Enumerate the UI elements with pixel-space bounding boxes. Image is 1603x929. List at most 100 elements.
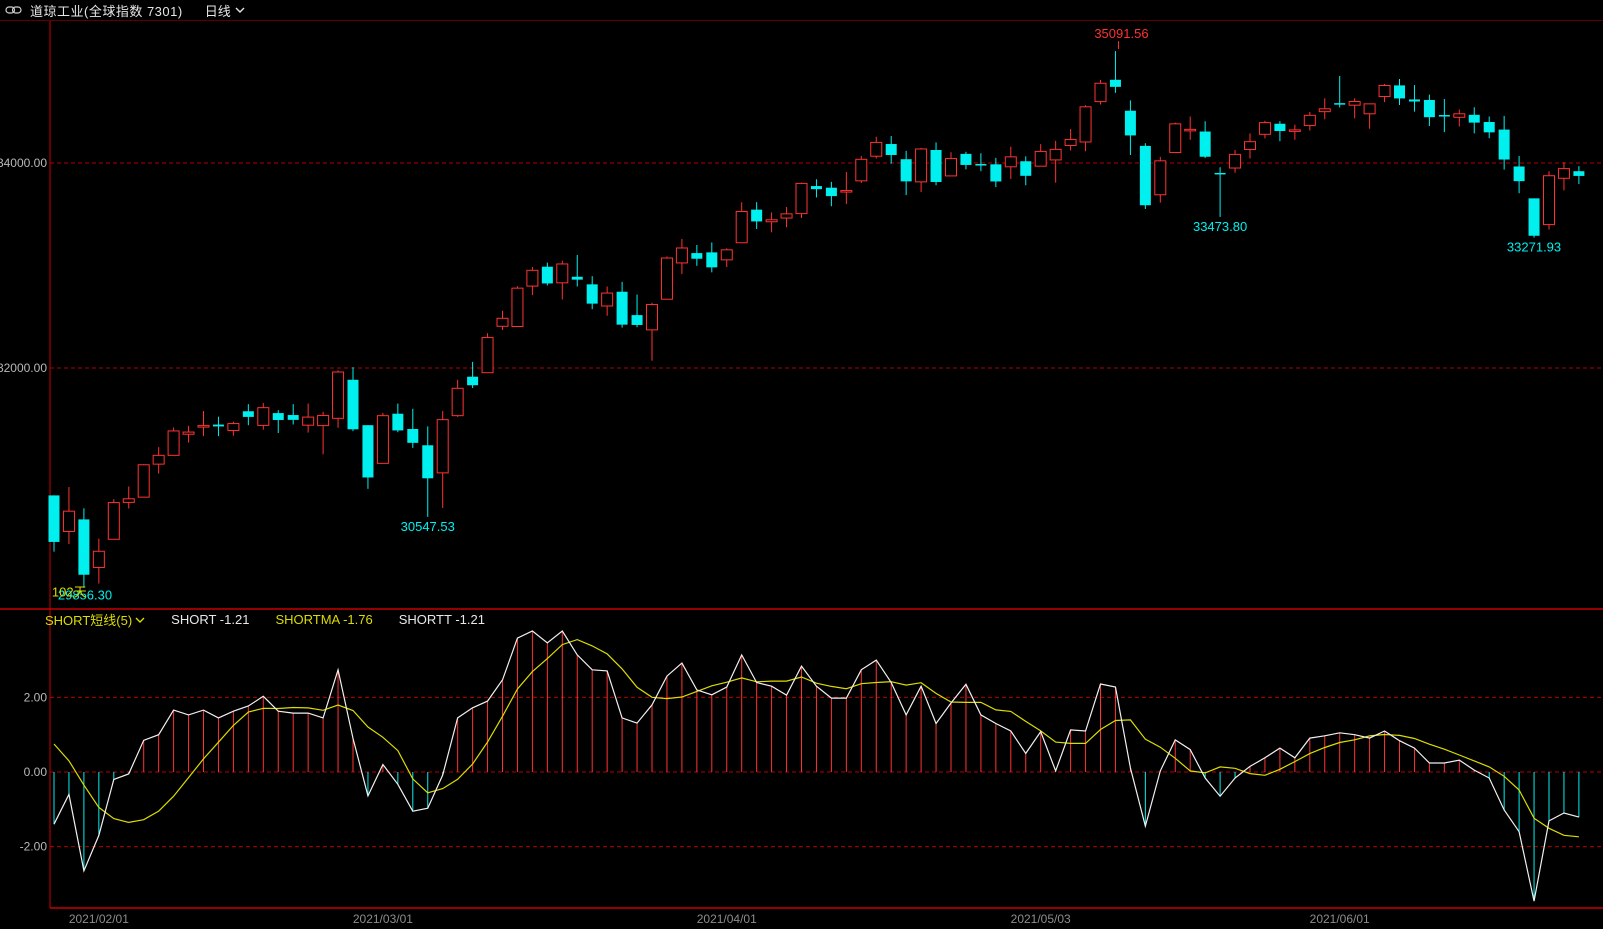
date-tick-label: 2021/05/03 [1011, 912, 1071, 926]
candle-body-down [422, 445, 433, 478]
candle-body-up [1558, 169, 1569, 179]
candle-body-up [661, 258, 672, 299]
indicator-value-short: SHORT -1.21 [171, 612, 249, 627]
candle-body-up [841, 191, 852, 193]
day-count-annotation: 102天 [52, 585, 87, 600]
candle-body-up [497, 318, 508, 326]
candle-body-down [1394, 85, 1405, 98]
indicator-dropdown[interactable]: SHORT短线(5) [45, 610, 145, 629]
candle-body-down [1110, 80, 1121, 87]
candle-body-up [1245, 142, 1256, 150]
candle-body-up [1230, 154, 1241, 168]
candle-body-up [1259, 123, 1270, 135]
candle-body-up [781, 214, 792, 218]
candle-body-down [1469, 115, 1480, 123]
candle-body-up [1095, 83, 1106, 101]
candle-body-down [243, 411, 254, 417]
candle-body-down [348, 380, 359, 430]
candle-body-down [1484, 122, 1495, 132]
candle-body-up [856, 159, 867, 181]
candle-body-up [318, 415, 329, 425]
candle-body-down [1020, 161, 1031, 176]
price-axis-label: 32000.00 [0, 361, 47, 375]
candle-body-up [138, 465, 149, 497]
period-dropdown[interactable]: 日线 [205, 1, 245, 20]
candle-body-down [811, 186, 822, 189]
candle-body-up [796, 183, 807, 213]
title-bar: 道琼工业(全球指数 7301) 日线 [0, 0, 1603, 21]
candle-body-up [1454, 114, 1465, 117]
date-tick-label: 2021/03/01 [353, 912, 413, 926]
candle-body-up [452, 388, 463, 415]
candle-body-up [1170, 124, 1181, 153]
candle-body-up [647, 305, 658, 330]
candle-body-down [1215, 173, 1226, 175]
candle-body-down [572, 277, 583, 280]
candle-body-up [1319, 109, 1330, 112]
candle-body-up [871, 142, 882, 156]
candle-body-up [736, 211, 747, 242]
candle-body-down [1573, 171, 1584, 176]
chain-link-icon[interactable] [5, 4, 22, 16]
candle-body-down [1439, 115, 1450, 117]
candle-body-down [1424, 100, 1435, 117]
candle-body-up [123, 499, 134, 503]
candle-body-down [617, 292, 628, 325]
candle-body-down [213, 425, 224, 427]
date-tick-label: 2021/04/01 [697, 912, 757, 926]
candle-body-down [691, 253, 702, 259]
candle-body-up [1289, 130, 1300, 132]
candle-body-up [168, 431, 179, 455]
indicator-values: SHORT -1.21 SHORTMA -1.76 SHORTT -1.21 [171, 612, 511, 627]
candle-body-down [960, 154, 971, 165]
candle-body-down [1125, 111, 1136, 136]
candle-body-up [512, 288, 523, 326]
candle-body-down [1409, 99, 1420, 101]
candle-body-up [258, 408, 269, 426]
candle-body-up [721, 250, 732, 260]
candle-body-up [676, 248, 687, 263]
candle-body-up [228, 424, 239, 431]
price-axis-label: 34000.00 [0, 156, 47, 170]
chevron-down-icon [135, 617, 145, 623]
candle-body-up [602, 293, 613, 306]
indicator-value-shortt: SHORTT -1.21 [399, 612, 485, 627]
price-low-annotation: 30547.53 [401, 519, 455, 534]
candle-body-down [362, 425, 373, 477]
candle-body-up [437, 420, 448, 473]
chart-canvas[interactable]: 34000.0032000.002.000.00-2.0035091.56334… [0, 0, 1603, 929]
candle-body-down [78, 519, 89, 574]
candle-body-down [1274, 124, 1285, 131]
candle-body-down [587, 284, 598, 303]
price-low-annotation: 33473.80 [1193, 219, 1247, 234]
indicator-value-shortma: SHORTMA -1.76 [275, 612, 372, 627]
candle-body-up [108, 503, 119, 540]
candle-body-down [990, 164, 1001, 181]
candle-body-up [198, 426, 209, 428]
candle-body-up [1304, 115, 1315, 125]
period-label: 日线 [205, 1, 231, 20]
indicator-axis-label: 2.00 [24, 690, 48, 704]
candle-body-down [1200, 132, 1211, 157]
price-low-annotation: 33271.93 [1507, 240, 1561, 255]
candle-body-up [1050, 149, 1061, 160]
candle-body-down [975, 164, 986, 166]
candle-body-down [706, 252, 717, 267]
candle-body-down [1334, 103, 1345, 105]
candle-body-down [273, 413, 284, 420]
candle-body-down [931, 150, 942, 182]
candle-body-up [1005, 157, 1016, 167]
candle-body-down [542, 267, 553, 284]
candle-body-up [1364, 104, 1375, 114]
candle-body-down [407, 429, 418, 443]
date-tick-label: 2021/02/01 [69, 912, 129, 926]
candle-body-down [886, 144, 897, 155]
candle-body-up [1065, 139, 1076, 145]
price-high-annotation: 35091.56 [1094, 26, 1148, 41]
candle-body-down [49, 495, 60, 542]
indicator-axis-label: 0.00 [24, 765, 48, 779]
candle-body-up [916, 149, 927, 182]
candle-body-up [557, 264, 568, 283]
candle-body-down [751, 210, 762, 222]
candle-body-up [1349, 102, 1360, 106]
